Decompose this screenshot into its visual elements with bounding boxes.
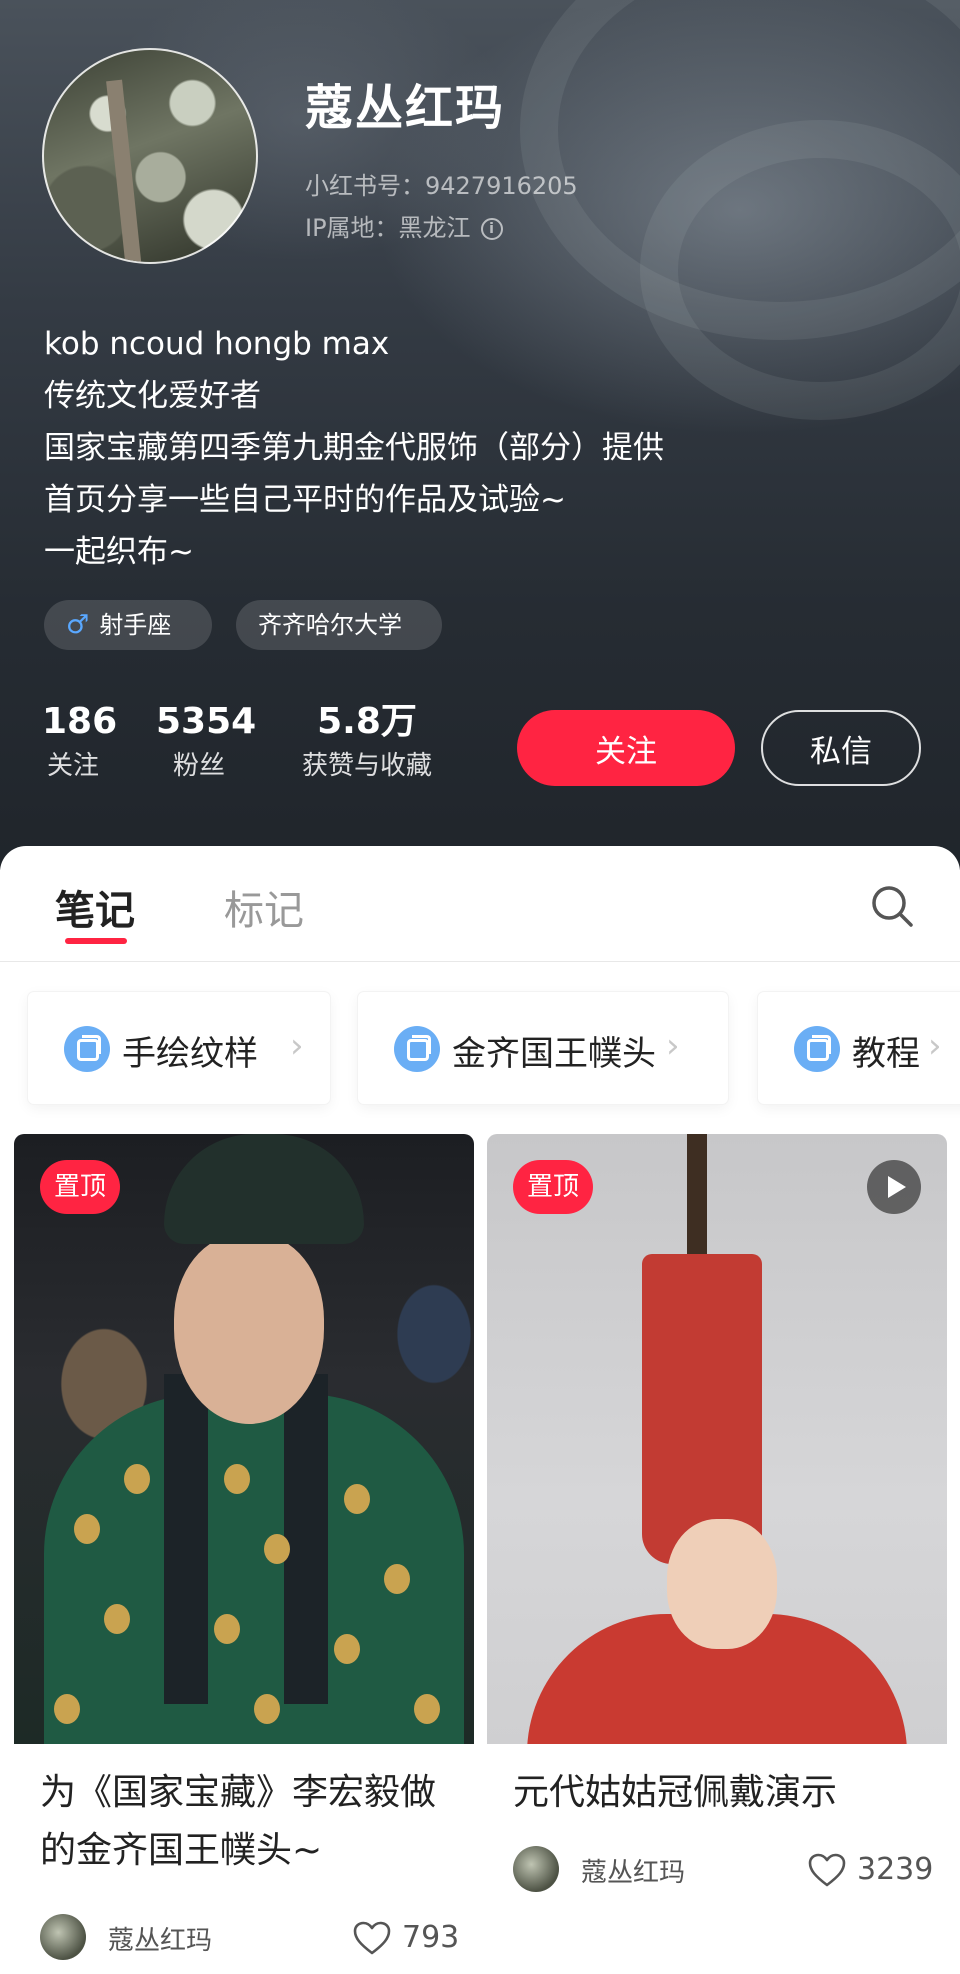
chevron-right-icon: › <box>290 1026 304 1066</box>
album-icon <box>64 1026 110 1072</box>
note-cover-image[interactable] <box>14 1134 474 1744</box>
search-icon[interactable] <box>868 882 916 930</box>
note-title: 为《国家宝藏》李宏毅做的金齐国王幞头~ <box>40 1772 437 1871</box>
album-icon <box>394 1026 440 1072</box>
profile-header: 蔻丛红玛 小红书号：9427916205 IP属地：黑龙江 i kob ncoud… <box>0 0 960 870</box>
likes-collects-count: 5.8万 <box>317 701 417 742</box>
like-count: 793 <box>402 1920 460 1955</box>
bio-line: 首页分享一些自己平时的作品及试验~ <box>44 482 566 518</box>
school-tag: 齐齐哈尔大学 <box>236 600 442 650</box>
content-panel: 笔记 标记 手绘纹样 › 金齐国王幞头 › 教程 › 置顶 为《国家宝藏》李宏毅… <box>0 846 960 1974</box>
author-name: 蔻丛红玛 <box>581 1858 686 1888</box>
note-cover-image[interactable] <box>487 1134 947 1744</box>
pinned-badge: 置顶 <box>40 1160 121 1214</box>
message-button[interactable]: 私信 <box>761 710 921 786</box>
bio-line: kob ncoud hongb max <box>44 326 390 362</box>
note-card[interactable]: 置顶 元代姑姑冠佩戴演示 蔻丛红玛 3239 <box>487 1134 947 1974</box>
album-label: 教程 <box>852 1034 920 1074</box>
profile-nickname: 蔻丛红玛 <box>305 80 506 136</box>
followers-stat[interactable]: 5354 粉丝 <box>156 700 257 786</box>
likes-collects-stat[interactable]: 5.8万 获赞与收藏 <box>292 700 442 786</box>
author-name: 蔻丛红玛 <box>108 1926 213 1956</box>
ip-location: IP属地：黑龙江 i <box>305 208 503 243</box>
followers-label: 粉丝 <box>172 751 225 781</box>
album-card[interactable]: 教程 › <box>758 992 960 1104</box>
ip-location-text: IP属地：黑龙江 <box>305 214 471 242</box>
profile-bio: kob ncoud hongb max 传统文化爱好者 国家宝藏第四季第九期金代… <box>44 318 664 578</box>
zodiac-tag: ♂ 射手座 <box>44 600 212 650</box>
likes-collects-label: 获赞与收藏 <box>301 751 432 781</box>
album-card[interactable]: 金齐国王幞头 › <box>358 992 728 1104</box>
chevron-right-icon: › <box>666 1026 680 1066</box>
active-tab-indicator <box>65 938 127 944</box>
album-label: 手绘纹样 <box>122 1034 258 1074</box>
play-icon <box>867 1160 921 1214</box>
tab-notes[interactable]: 笔记 <box>55 878 135 936</box>
heart-icon <box>808 1853 846 1887</box>
album-card[interactable]: 手绘纹样 › <box>28 992 330 1104</box>
heart-icon <box>353 1921 391 1955</box>
author-avatar <box>40 1914 86 1960</box>
following-stat[interactable]: 186 关注 <box>42 700 118 786</box>
zodiac-label: 射手座 <box>99 611 172 639</box>
tab-bar: 笔记 标记 <box>0 846 960 962</box>
follow-button[interactable]: 关注 <box>517 710 735 786</box>
album-icon <box>794 1026 840 1072</box>
info-icon[interactable]: i <box>480 218 503 240</box>
author-avatar <box>513 1846 559 1892</box>
school-label: 齐齐哈尔大学 <box>258 611 402 639</box>
chevron-right-icon: › <box>928 1026 942 1066</box>
followers-count: 5354 <box>156 701 257 742</box>
bio-line: 传统文化爱好者 <box>44 378 261 414</box>
note-title: 元代姑姑冠佩戴演示 <box>513 1772 838 1813</box>
profile-avatar[interactable] <box>42 48 258 264</box>
tab-marks[interactable]: 标记 <box>224 878 304 936</box>
pinned-badge: 置顶 <box>513 1160 594 1214</box>
like-count: 3239 <box>857 1852 934 1887</box>
male-icon: ♂ <box>66 610 90 640</box>
xhs-id: 小红书号：9427916205 <box>305 172 578 200</box>
following-label: 关注 <box>46 751 99 781</box>
note-card[interactable]: 置顶 为《国家宝藏》李宏毅做的金齐国王幞头~ 蔻丛红玛 793 <box>14 1134 474 1974</box>
bio-line: 一起织布~ <box>44 534 194 570</box>
bio-line: 国家宝藏第四季第九期金代服饰（部分）提供 <box>44 430 664 466</box>
album-label: 金齐国王幞头 <box>452 1034 656 1074</box>
following-count: 186 <box>42 701 118 742</box>
